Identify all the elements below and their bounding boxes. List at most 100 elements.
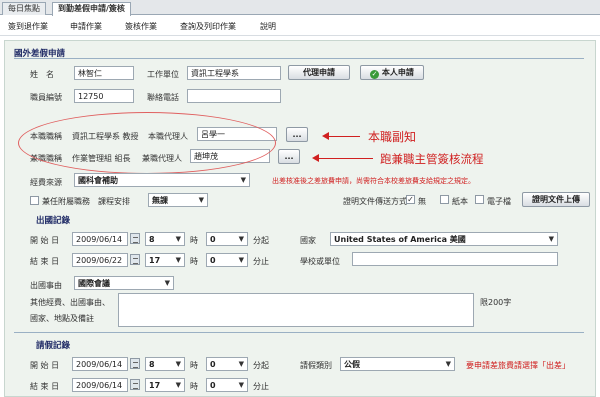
leave-end-date-field[interactable]: 2009/06/14 (72, 378, 128, 392)
doc-none-label: 無 (418, 197, 426, 206)
unit-label: 工作單位 (147, 70, 179, 79)
leave-record-title: 請假記錄 (36, 341, 71, 351)
affil-label: 兼任附屬職務 (42, 197, 90, 206)
leave-divider (14, 332, 584, 333)
tab-attendance-leave[interactable]: 到勤差假申請/簽核 (52, 2, 131, 16)
phone-field[interactable] (187, 89, 281, 103)
hour-unit: 時 (190, 361, 198, 370)
leave-start-minute-select[interactable]: 0 ▼ (206, 357, 248, 371)
hour-unit: 時 (190, 236, 198, 245)
doc-upload-button[interactable]: 證明文件上傳 (522, 192, 590, 207)
start-hour-select[interactable]: 8 ▼ (145, 232, 185, 246)
dropdown-arrow-icon: ▼ (175, 381, 181, 389)
start-minute-value: 0 (210, 235, 216, 244)
section-divider (14, 58, 584, 59)
courses-label: 課程安排 (98, 197, 130, 206)
dropdown-arrow-icon: ▼ (198, 196, 204, 204)
unit-field[interactable]: 資訊工程學系 (187, 66, 281, 80)
calendar-icon[interactable] (130, 254, 140, 265)
doc-paper-label: 紙本 (452, 197, 468, 206)
end-label: 結 束 日 (30, 257, 60, 266)
tab-bar: 每日焦點 到勤差假申請/簽核 (0, 0, 600, 16)
self-apply-button[interactable]: ✓ 本人申請 (360, 65, 424, 80)
hour-unit: 時 (190, 382, 198, 391)
annotation-approval-flow: 跑兼職主管簽核流程 (380, 152, 484, 166)
start-minute-select[interactable]: 0 ▼ (206, 232, 248, 246)
reason-select[interactable]: 國際會議 ▼ (74, 276, 174, 290)
doc-elec-checkbox[interactable] (475, 195, 484, 204)
dropdown-arrow-icon: ▼ (175, 235, 181, 243)
end-hour-select[interactable]: 17 ▼ (145, 253, 185, 267)
school-label: 學校或單位 (300, 257, 340, 266)
leave-end-minute-select[interactable]: 0 ▼ (206, 378, 248, 392)
country-label: 國家 (300, 236, 316, 245)
courses-value: 無課 (152, 196, 168, 205)
trip-record-title: 出國記錄 (36, 216, 71, 226)
country-select[interactable]: United States of America 美國 ▼ (330, 232, 558, 246)
leave-start-hour-value: 8 (149, 360, 155, 369)
arrow-line-1 (328, 136, 360, 137)
reason-label: 出國事由 (30, 281, 62, 290)
school-field[interactable] (352, 252, 558, 266)
calendar-icon[interactable] (130, 233, 140, 244)
leave-type-select[interactable]: 公假 ▼ (340, 357, 455, 371)
menu-item-sign[interactable]: 簽到退作業 (8, 21, 48, 32)
duty2-agent-picker-button[interactable]: ... (278, 149, 300, 164)
char-limit-note: 限200字 (480, 298, 512, 307)
other-label-line2: 國家、地點及備註 (30, 314, 94, 323)
fund-select[interactable]: 國科會補助 ▼ (74, 173, 250, 187)
proxy-apply-button[interactable]: 代理申請 (288, 65, 350, 80)
check-icon: ✓ (370, 70, 380, 79)
menu-item-approve[interactable]: 簽核作業 (125, 21, 157, 32)
dropdown-arrow-icon: ▼ (240, 176, 246, 184)
leave-start-minute-unit: 分起 (253, 361, 269, 370)
start-date-field[interactable]: 2009/06/14 (72, 232, 128, 246)
courses-select[interactable]: 無課 ▼ (148, 193, 208, 207)
leave-end-minute-unit: 分止 (253, 382, 269, 391)
arrowhead-2 (312, 154, 319, 162)
leave-start-minute-value: 0 (210, 360, 216, 369)
other-notes-textarea[interactable] (118, 293, 474, 327)
highlight-ellipse (18, 112, 276, 174)
dropdown-arrow-icon: ▼ (164, 279, 170, 287)
leave-end-hour-value: 17 (149, 381, 161, 390)
leave-start-label: 開 始 日 (30, 361, 60, 370)
fund-label: 經費來源 (30, 178, 62, 187)
calendar-icon[interactable] (130, 358, 140, 369)
end-hour-value: 17 (149, 256, 161, 265)
tab-daily-focus[interactable]: 每日焦點 (2, 2, 46, 15)
other-label-line1: 其他經費、出國事由、 (30, 298, 110, 307)
menu-item-apply[interactable]: 申請作業 (70, 21, 102, 32)
dropdown-arrow-icon: ▼ (238, 256, 244, 264)
leave-start-date-field[interactable]: 2009/06/14 (72, 357, 128, 371)
menu-item-help[interactable]: 說明 (260, 21, 276, 32)
doc-paper-checkbox[interactable] (440, 195, 449, 204)
dropdown-arrow-icon: ▼ (238, 381, 244, 389)
end-minute-select[interactable]: 0 ▼ (206, 253, 248, 267)
menu-bar: 簽到退作業 申請作業 簽核作業 查詢及列印作業 說明 (0, 16, 600, 36)
self-apply-label: 本人申請 (381, 68, 414, 77)
arrowhead-1 (322, 132, 329, 140)
start-hour-value: 8 (149, 235, 155, 244)
name-field[interactable]: 林智仁 (74, 66, 134, 80)
leave-type-label: 請假類別 (300, 361, 332, 370)
arrow-line-2 (318, 158, 373, 159)
leave-end-minute-value: 0 (210, 381, 216, 390)
end-date-field[interactable]: 2009/06/22 (72, 253, 128, 267)
dropdown-arrow-icon: ▼ (238, 235, 244, 243)
duty1-agent-picker-button[interactable]: ... (286, 127, 308, 142)
start-label: 開 始 日 (30, 236, 60, 245)
doc-none-checkbox[interactable]: ✓ (406, 195, 415, 204)
dropdown-arrow-icon: ▼ (175, 360, 181, 368)
doc-elec-label: 電子檔 (487, 197, 511, 206)
calendar-icon[interactable] (130, 379, 140, 390)
menu-item-query-print[interactable]: 查詢及列印作業 (180, 21, 236, 32)
country-value: United States of America 美國 (334, 235, 466, 244)
empno-field[interactable]: 12750 (74, 89, 134, 103)
leave-end-label: 結 束 日 (30, 382, 60, 391)
leave-start-hour-select[interactable]: 8 ▼ (145, 357, 185, 371)
dropdown-arrow-icon: ▼ (445, 360, 451, 368)
name-label: 姓 名 (30, 70, 54, 79)
leave-end-hour-select[interactable]: 17 ▼ (145, 378, 185, 392)
affil-checkbox[interactable] (30, 196, 39, 205)
